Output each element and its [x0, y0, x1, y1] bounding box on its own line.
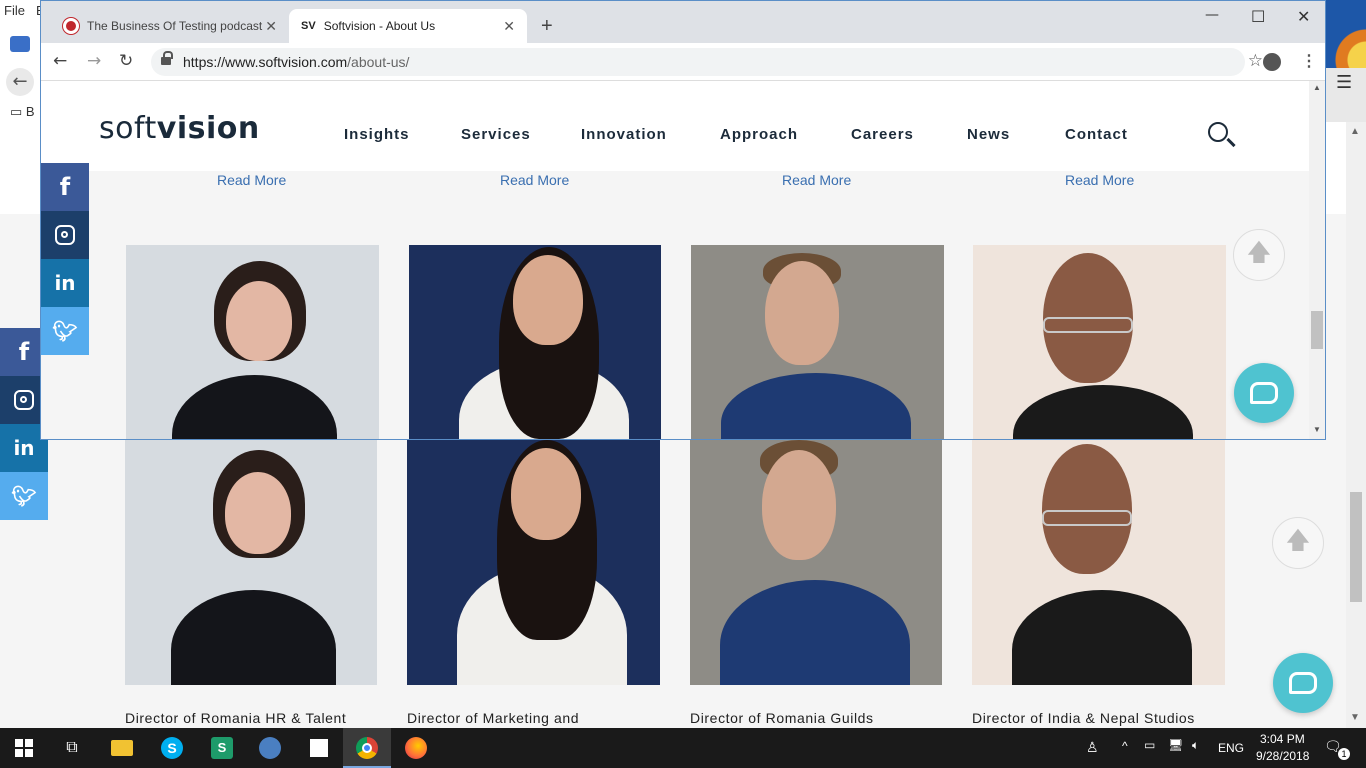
file-explorer-icon[interactable]: [110, 736, 134, 760]
scroll-to-top-button[interactable]: 🡅: [1233, 229, 1285, 281]
network-icon[interactable]: 🖥︎: [1168, 738, 1183, 752]
sticky-notes-icon[interactable]: [307, 736, 331, 760]
tab-podcast[interactable]: The Business Of Testing podcast ✕: [51, 9, 289, 43]
read-more-link[interactable]: Read More: [500, 172, 569, 188]
sv-favicon-icon: SV: [301, 20, 316, 32]
thunderbird-icon[interactable]: [258, 736, 282, 760]
background-scrollbar[interactable]: ▲ ▼: [1346, 122, 1366, 728]
tab-label: Softvision - About Us: [323, 19, 436, 33]
scroll-down-icon[interactable]: ▼: [1313, 425, 1321, 434]
photo-person-1: [126, 245, 379, 439]
volume-icon[interactable]: 🔈︎: [1192, 738, 1199, 753]
arrow-up-icon: 🡅: [1246, 238, 1272, 266]
firefox-icon[interactable]: [404, 736, 428, 760]
chat-icon: [1250, 382, 1278, 404]
tab-bar: The Business Of Testing podcast ✕ SV Sof…: [41, 1, 1325, 43]
person-title-1: Director of Romania HR & Talent: [125, 710, 347, 726]
forward-icon[interactable]: →: [87, 51, 101, 71]
nav-contact[interactable]: Contact: [1065, 126, 1128, 143]
scroll-up-icon[interactable]: ▲: [1350, 126, 1360, 137]
softvision-logo[interactable]: softvision: [99, 111, 260, 146]
address-bar-row: ← → ↻ https://www.softvision.com/about-u…: [41, 43, 1325, 81]
page-viewport: softvision Insights Services Innovation …: [41, 81, 1309, 439]
tab-softvision[interactable]: SV Softvision - About Us ✕: [289, 9, 527, 43]
linkedin-icon[interactable]: in: [41, 259, 89, 307]
read-more-link[interactable]: Read More: [782, 172, 851, 188]
scroll-down-icon[interactable]: ▼: [1350, 712, 1360, 723]
photo-person-3: [690, 440, 942, 685]
twitter-icon[interactable]: 🐦︎: [41, 307, 89, 355]
person-title-3: Director of Romania Guilds: [690, 710, 874, 726]
background-toolbar: ← ▭ B: [0, 22, 42, 122]
chrome-icon[interactable]: [355, 736, 379, 760]
instagram-icon[interactable]: [41, 211, 89, 259]
clock-date[interactable]: 9/28/2018: [1256, 749, 1309, 763]
lock-icon[interactable]: [161, 51, 173, 66]
photo-person-3: [691, 245, 944, 439]
notification-badge: 1: [1338, 748, 1350, 760]
background-menubar: File E: [0, 0, 45, 22]
search-icon[interactable]: [1208, 122, 1228, 142]
nav-services[interactable]: Services: [461, 126, 531, 143]
language-indicator[interactable]: ENG: [1218, 741, 1244, 755]
chat-icon: [1289, 672, 1317, 694]
person-title-2: Director of Marketing and: [407, 710, 580, 726]
nav-approach[interactable]: Approach: [720, 126, 798, 143]
battery-icon[interactable]: ▭: [1144, 738, 1155, 752]
clock-time[interactable]: 3:04 PM: [1260, 732, 1305, 746]
chat-button[interactable]: [1234, 363, 1294, 423]
close-window-icon[interactable]: ✕: [1297, 7, 1310, 26]
skype-business-icon[interactable]: S: [210, 736, 234, 760]
bookmark-star-icon[interactable]: ☆: [1248, 51, 1263, 71]
tab-label: The Business Of Testing podcast: [87, 19, 263, 33]
bookmark-folder-icon[interactable]: ▭ B: [10, 104, 35, 120]
close-tab-icon[interactable]: ✕: [265, 18, 277, 35]
skype-icon[interactable]: S: [160, 736, 184, 760]
scrollbar-thumb[interactable]: [1350, 492, 1362, 602]
back-icon[interactable]: ←: [53, 51, 67, 71]
desktop-art: [1326, 0, 1366, 68]
site-header: softvision Insights Services Innovation …: [41, 81, 1309, 171]
nav-news[interactable]: News: [967, 126, 1010, 143]
chat-button[interactable]: [1273, 653, 1333, 713]
scroll-up-icon[interactable]: ▲: [1313, 83, 1321, 92]
person-title-4: Director of India & Nepal Studios: [972, 710, 1195, 726]
minimize-icon[interactable]: —: [1205, 7, 1219, 23]
nav-careers[interactable]: Careers: [851, 126, 914, 143]
photo-person-1: [125, 440, 377, 685]
url-text[interactable]: https://www.softvision.com/about-us/: [183, 54, 409, 70]
photo-person-2: [407, 440, 660, 685]
nav-innovation[interactable]: Innovation: [581, 126, 667, 143]
scroll-to-top-button[interactable]: 🡅: [1272, 517, 1324, 569]
page-scrollbar[interactable]: ▲ ▼: [1309, 81, 1325, 439]
photo-person-4: [972, 440, 1225, 685]
read-more-link[interactable]: Read More: [1065, 172, 1134, 188]
reload-icon[interactable]: ↻: [119, 51, 133, 71]
podcast-icon: [63, 18, 79, 34]
photo-person-4: [973, 245, 1226, 439]
task-view-icon[interactable]: ⧉: [60, 736, 84, 760]
facebook-icon[interactable]: f: [41, 163, 89, 211]
windows-taskbar: ⧉ S S ♙ ^ ▭ 🖥︎ 🔈︎ ENG 3:04 PM 9/28/2018 …: [0, 728, 1366, 768]
scrollbar-thumb[interactable]: [1311, 311, 1323, 349]
hamburger-icon[interactable]: ☰: [1336, 72, 1352, 93]
people-icon[interactable]: ♙: [1086, 739, 1099, 756]
new-tab-icon[interactable]: +: [541, 15, 553, 38]
windows-start-icon[interactable]: [12, 736, 36, 760]
nav-insights[interactable]: Insights: [344, 126, 410, 143]
twitter-icon[interactable]: 🐦︎: [0, 472, 48, 520]
arrow-up-icon: 🡅: [1285, 526, 1311, 554]
profile-icon[interactable]: [1263, 53, 1281, 71]
close-tab-icon[interactable]: ✕: [503, 18, 515, 35]
maximize-icon[interactable]: ☐: [1251, 7, 1265, 26]
back-icon[interactable]: ←: [6, 68, 34, 96]
chrome-window: The Business Of Testing podcast ✕ SV Sof…: [40, 0, 1326, 440]
menu-kebab-icon[interactable]: ⋮: [1301, 51, 1317, 71]
app-icon: [10, 36, 30, 52]
menu-file[interactable]: File: [4, 3, 25, 18]
url-bar[interactable]: https://www.softvision.com/about-us/ ☆: [151, 48, 1263, 76]
tray-expand-icon[interactable]: ^: [1122, 739, 1128, 753]
read-more-link[interactable]: Read More: [217, 172, 286, 188]
photo-person-2: [409, 245, 661, 439]
